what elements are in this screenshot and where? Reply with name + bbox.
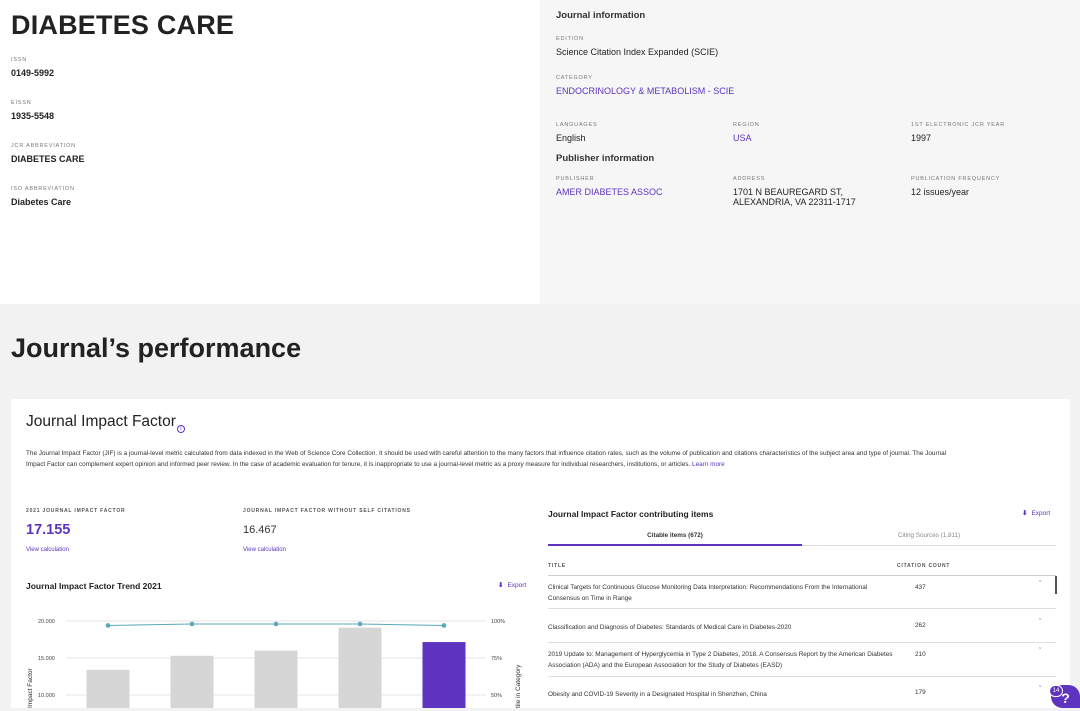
languages-value: English bbox=[556, 133, 586, 143]
percentile-point bbox=[189, 621, 195, 627]
edition-label: EDITION bbox=[556, 36, 584, 42]
download-icon: ⬇ bbox=[498, 582, 504, 589]
bar bbox=[422, 642, 466, 708]
jif-without-self-value: 16.467 bbox=[243, 524, 277, 536]
address-line1: 1701 N BEAUREGARD ST, bbox=[733, 187, 844, 197]
issn-label: ISSN bbox=[11, 57, 28, 63]
row-count: 210 bbox=[915, 651, 926, 658]
journal-header: DIABETES CARE ISSN 0149-5992 EISSN 1935-… bbox=[0, 0, 1080, 304]
jif-label: 2021 JOURNAL IMPACT FACTOR bbox=[26, 508, 126, 514]
chevron-down-icon[interactable]: ˇ bbox=[1039, 648, 1041, 655]
journal-identity-panel: DIABETES CARE ISSN 0149-5992 EISSN 1935-… bbox=[0, 0, 540, 304]
y2-tick-label: 50% bbox=[491, 693, 502, 699]
chevron-down-icon[interactable]: ˇ bbox=[1039, 619, 1041, 626]
jif-trend-chart: 20.000 15.000 10.000 100% 75% 50% Impact Facto… bbox=[27, 619, 522, 708]
percentile-point bbox=[441, 623, 447, 628]
journal-information-panel: Journal information EDITION Science Cita… bbox=[541, 0, 1080, 304]
jif-view-calculation-link[interactable]: View calculation bbox=[26, 547, 69, 553]
publisher-meta-row: PUBLISHER AMER DIABETES ASSOC ADDRESS 17… bbox=[556, 176, 1065, 212]
category-label: CATEGORY bbox=[556, 75, 593, 81]
y2-axis-label: tile in Category bbox=[515, 664, 522, 708]
trend-chart-title: Journal Impact Factor Trend 2021 bbox=[26, 581, 162, 591]
bar bbox=[86, 669, 130, 708]
y-tick-label: 15.000 bbox=[38, 656, 55, 662]
address-label: ADDRESS bbox=[733, 176, 766, 182]
table-row[interactable]: Clinical Targets for Continuous Glucose … bbox=[548, 576, 1056, 609]
contributing-items-title: Journal Impact Factor contributing items bbox=[548, 509, 714, 519]
column-header-citation-count: CITATION COUNT bbox=[897, 563, 951, 569]
help-notification-badge: 14 bbox=[1049, 685, 1063, 697]
row-count: 262 bbox=[915, 622, 926, 629]
first-jcr-year-label: 1ST ELECTRONIC JCR YEAR bbox=[911, 122, 1005, 128]
chevron-down-icon[interactable]: ˇ bbox=[1039, 581, 1041, 588]
percentile-point bbox=[273, 621, 279, 627]
row-title: Obesity and COVID-19 Severity in a Desig… bbox=[548, 691, 767, 698]
jcr-abbreviation-value: DIABETES CARE bbox=[11, 154, 85, 164]
column-header-title: TITLE bbox=[548, 563, 566, 569]
journal-meta-row: LANGUAGES English REGION USA 1ST ELECTRO… bbox=[556, 122, 1065, 158]
frequency-value: 12 issues/year bbox=[911, 187, 970, 197]
issn-value: 0149-5992 bbox=[11, 68, 55, 78]
frequency-label: PUBLICATION FREQUENCY bbox=[911, 176, 1001, 182]
download-icon: ⬇ bbox=[1022, 510, 1028, 517]
trend-export-button[interactable]: ⬇ Export bbox=[498, 581, 526, 589]
jif-title-text: Journal Impact Factor bbox=[26, 413, 176, 430]
jif-without-self-label: JOURNAL IMPACT FACTOR WITHOUT SELF CITAT… bbox=[243, 508, 411, 514]
category-link[interactable]: ENDOCRINOLOGY & METABOLISM - SCIE bbox=[556, 86, 1065, 96]
languages-label: LANGUAGES bbox=[556, 122, 598, 128]
jif-description-text: The Journal Impact Factor (JIF) is a jou… bbox=[26, 450, 947, 468]
percentile-point bbox=[105, 623, 111, 628]
tab-citable-items[interactable]: Citable items (672) bbox=[548, 525, 802, 546]
trend-export-label: Export bbox=[507, 582, 527, 589]
edition-value: Science Citation Index Expanded (SCIE) bbox=[556, 47, 719, 57]
address-line2: ALEXANDRIA, VA 22311-1717 bbox=[733, 197, 856, 207]
y-tick-label: 10.000 bbox=[38, 693, 55, 699]
y-axis-label: Impact Factor bbox=[27, 667, 34, 708]
journal-information-heading: Journal information bbox=[556, 10, 646, 21]
info-icon[interactable]: i bbox=[176, 425, 185, 433]
bar bbox=[170, 655, 214, 708]
y-tick-label: 20.000 bbox=[38, 619, 55, 625]
row-count: 437 bbox=[915, 584, 926, 591]
y2-tick-label: 75% bbox=[491, 656, 502, 662]
jif-value: 17.155 bbox=[26, 522, 71, 538]
jif-title: Journal Impact Factor i bbox=[26, 413, 185, 433]
contributing-export-label: Export bbox=[1031, 510, 1051, 517]
bar bbox=[338, 627, 382, 708]
table-scrollbar[interactable] bbox=[1055, 576, 1057, 594]
percentile-point bbox=[357, 621, 363, 627]
table-row[interactable]: Classification and Diagnosis of Diabetes… bbox=[548, 609, 1056, 643]
jif-description: The Journal Impact Factor (JIF) is a jou… bbox=[26, 448, 966, 470]
table-row[interactable]: 2019 Update to: Management of Hyperglyce… bbox=[548, 643, 1056, 677]
row-title: 2019 Update to: Management of Hyperglyce… bbox=[548, 651, 893, 669]
iso-abbreviation-value: Diabetes Care bbox=[11, 197, 72, 207]
journal-title: DIABETES CARE bbox=[11, 10, 235, 40]
chevron-down-icon[interactable]: ˇ bbox=[1039, 686, 1041, 693]
region-label: REGION bbox=[733, 122, 760, 128]
tab-citing-sources[interactable]: Citing Sources (1,811) bbox=[802, 525, 1056, 546]
publisher-label: PUBLISHER bbox=[556, 176, 595, 182]
performance-heading: Journal’s performance bbox=[11, 333, 302, 363]
jif-without-self-view-calculation-link[interactable]: View calculation bbox=[243, 547, 286, 553]
iso-abbreviation-label: ISO ABBREVIATION bbox=[11, 186, 75, 192]
table-row[interactable]: Obesity and COVID-19 Severity in a Desig… bbox=[548, 677, 1056, 708]
y2-tick-label: 100% bbox=[491, 619, 505, 625]
publisher-link[interactable]: AMER DIABETES ASSOC bbox=[556, 187, 663, 197]
bar bbox=[254, 650, 298, 708]
region-link[interactable]: USA bbox=[733, 133, 760, 143]
row-title: Classification and Diagnosis of Diabetes… bbox=[548, 624, 792, 631]
row-count: 179 bbox=[915, 689, 926, 696]
first-jcr-year-value: 1997 bbox=[911, 133, 932, 143]
jcr-abbreviation-label: JCR ABBREVIATION bbox=[11, 143, 76, 149]
eissn-value: 1935-5548 bbox=[11, 111, 55, 121]
row-title: Clinical Targets for Continuous Glucose … bbox=[548, 584, 868, 602]
contributing-export-button[interactable]: ⬇ Export bbox=[1022, 509, 1050, 517]
learn-more-link[interactable]: Learn more bbox=[692, 461, 725, 468]
jif-card: Journal Impact Factor i The Journal Impac… bbox=[11, 399, 1070, 708]
eissn-label: EISSN bbox=[11, 100, 32, 106]
